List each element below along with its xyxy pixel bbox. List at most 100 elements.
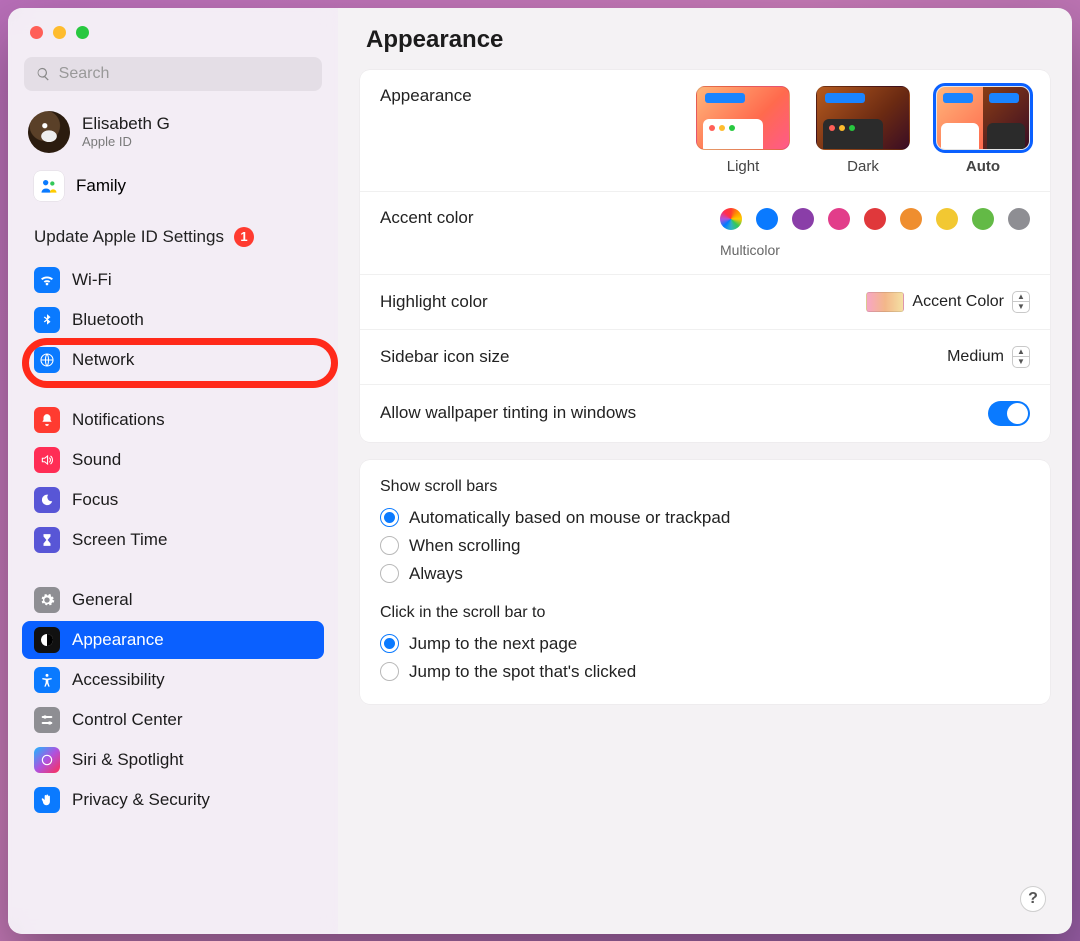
sidebar-item-focus[interactable]: Focus — [22, 481, 324, 519]
sidebar-icon-size-label: Sidebar icon size — [380, 347, 509, 367]
wifi-icon — [34, 267, 60, 293]
tinting-toggle[interactable] — [988, 401, 1030, 426]
sidebar-item-label: Wi-Fi — [72, 270, 112, 290]
accent-label: Accent color — [380, 208, 474, 228]
appearance-icon — [34, 627, 60, 653]
scrollbars-option-scrolling[interactable]: When scrolling — [380, 532, 1030, 560]
sidebar-item-siri[interactable]: Siri & Spotlight — [22, 741, 324, 779]
help-button[interactable]: ? — [1020, 886, 1046, 912]
appearance-option-dark[interactable]: Dark — [816, 86, 910, 175]
accent-orange[interactable] — [900, 208, 922, 230]
sidebar-item-accessibility[interactable]: Accessibility — [22, 661, 324, 699]
zoom-icon[interactable] — [76, 26, 89, 39]
appearance-thumb-light — [696, 86, 790, 150]
radio-label: Automatically based on mouse or trackpad — [409, 508, 730, 528]
sidebar-item-bluetooth[interactable]: Bluetooth — [22, 301, 324, 339]
highlight-swatch — [866, 292, 904, 312]
accent-graphite[interactable] — [1008, 208, 1030, 230]
stepper-icon: ▲▼ — [1012, 291, 1030, 313]
sidebar-item-wifi[interactable]: Wi-Fi — [22, 261, 324, 299]
appearance-option-auto[interactable]: Auto — [936, 86, 1030, 175]
sidebar: Elisabeth G Apple ID Family Update Apple… — [8, 8, 338, 934]
search-field[interactable] — [24, 57, 322, 91]
gear-icon — [34, 587, 60, 613]
close-icon[interactable] — [30, 26, 43, 39]
user-subtitle: Apple ID — [82, 134, 170, 149]
sidebar-icon-size-select[interactable]: Medium ▲▼ — [947, 346, 1030, 368]
accent-blue[interactable] — [756, 208, 778, 230]
update-badge: 1 — [234, 227, 254, 247]
appearance-label: Appearance — [380, 86, 472, 106]
highlight-value: Accent Color — [912, 293, 1004, 311]
sidebar-item-label: Focus — [72, 490, 118, 510]
hand-icon — [34, 787, 60, 813]
avatar — [28, 111, 70, 153]
scrollbars-label: Show scroll bars — [380, 478, 1030, 496]
radio-label: Jump to the spot that's clicked — [409, 662, 636, 682]
radio-icon — [380, 536, 399, 555]
page-title: Appearance — [360, 18, 1050, 70]
sidebar-item-label: Privacy & Security — [72, 790, 210, 810]
speaker-icon — [34, 447, 60, 473]
sidebar-item-label: Network — [72, 350, 134, 370]
accent-red[interactable] — [864, 208, 886, 230]
family-row[interactable]: Family — [8, 165, 338, 213]
highlight-select[interactable]: Accent Color ▲▼ — [866, 291, 1030, 313]
sidebar-item-privacy[interactable]: Privacy & Security — [22, 781, 324, 819]
sidebar-item-label: General — [72, 590, 132, 610]
accent-multicolor[interactable] — [720, 208, 742, 230]
sliders-icon — [34, 707, 60, 733]
radio-label: Always — [409, 564, 463, 584]
appearance-auto-label: Auto — [966, 158, 1000, 175]
moon-icon — [34, 487, 60, 513]
appearance-dark-label: Dark — [847, 158, 879, 175]
hourglass-icon — [34, 527, 60, 553]
sidebar-group-1: Wi-Fi Bluetooth Network — [8, 257, 338, 383]
sidebar-item-sound[interactable]: Sound — [22, 441, 324, 479]
minimize-icon[interactable] — [53, 26, 66, 39]
scrollbars-option-always[interactable]: Always — [380, 560, 1030, 588]
apple-id-row[interactable]: Elisabeth G Apple ID — [8, 105, 338, 165]
sidebar-item-notifications[interactable]: Notifications — [22, 401, 324, 439]
search-icon — [36, 66, 51, 82]
radio-label: Jump to the next page — [409, 634, 577, 654]
network-icon — [34, 347, 60, 373]
update-apple-id-label: Update Apple ID Settings — [34, 227, 224, 247]
sidebar-item-label: Notifications — [72, 410, 165, 430]
sidebar-item-label: Bluetooth — [72, 310, 144, 330]
sidebar-item-controlcenter[interactable]: Control Center — [22, 701, 324, 739]
accent-purple[interactable] — [792, 208, 814, 230]
appearance-thumb-dark — [816, 86, 910, 150]
sidebar-item-label: Appearance — [72, 630, 164, 650]
settings-window: Elisabeth G Apple ID Family Update Apple… — [8, 8, 1072, 934]
accent-green[interactable] — [972, 208, 994, 230]
scrollbars-option-auto[interactable]: Automatically based on mouse or trackpad — [380, 504, 1030, 532]
sidebar-item-appearance[interactable]: Appearance — [22, 621, 324, 659]
radio-icon — [380, 564, 399, 583]
scrollclick-label: Click in the scroll bar to — [380, 604, 1030, 622]
sidebar-item-label: Screen Time — [72, 530, 167, 550]
sidebar-item-label: Control Center — [72, 710, 183, 730]
sidebar-item-screentime[interactable]: Screen Time — [22, 521, 324, 559]
scrollclick-option-nextpage[interactable]: Jump to the next page — [380, 630, 1030, 658]
appearance-card: Appearance Light Dark — [360, 70, 1050, 442]
sidebar-item-label: Siri & Spotlight — [72, 750, 184, 770]
update-apple-id-row[interactable]: Update Apple ID Settings 1 — [8, 213, 338, 257]
user-name: Elisabeth G — [82, 114, 170, 134]
radio-icon — [380, 634, 399, 653]
scrollclick-option-spot[interactable]: Jump to the spot that's clicked — [380, 658, 1030, 686]
accent-pink[interactable] — [828, 208, 850, 230]
window-controls — [8, 22, 338, 57]
appearance-option-light[interactable]: Light — [696, 86, 790, 175]
accent-yellow[interactable] — [936, 208, 958, 230]
search-input[interactable] — [59, 65, 310, 83]
scroll-card: Show scroll bars Automatically based on … — [360, 460, 1050, 704]
sidebar-item-general[interactable]: General — [22, 581, 324, 619]
highlight-label: Highlight color — [380, 292, 488, 312]
sidebar-item-label: Sound — [72, 450, 121, 470]
sidebar-item-label: Accessibility — [72, 670, 165, 690]
appearance-thumb-auto — [936, 86, 1030, 150]
radio-label: When scrolling — [409, 536, 521, 556]
main-pane: Appearance Appearance Light — [338, 8, 1072, 934]
sidebar-item-network[interactable]: Network — [22, 341, 324, 379]
